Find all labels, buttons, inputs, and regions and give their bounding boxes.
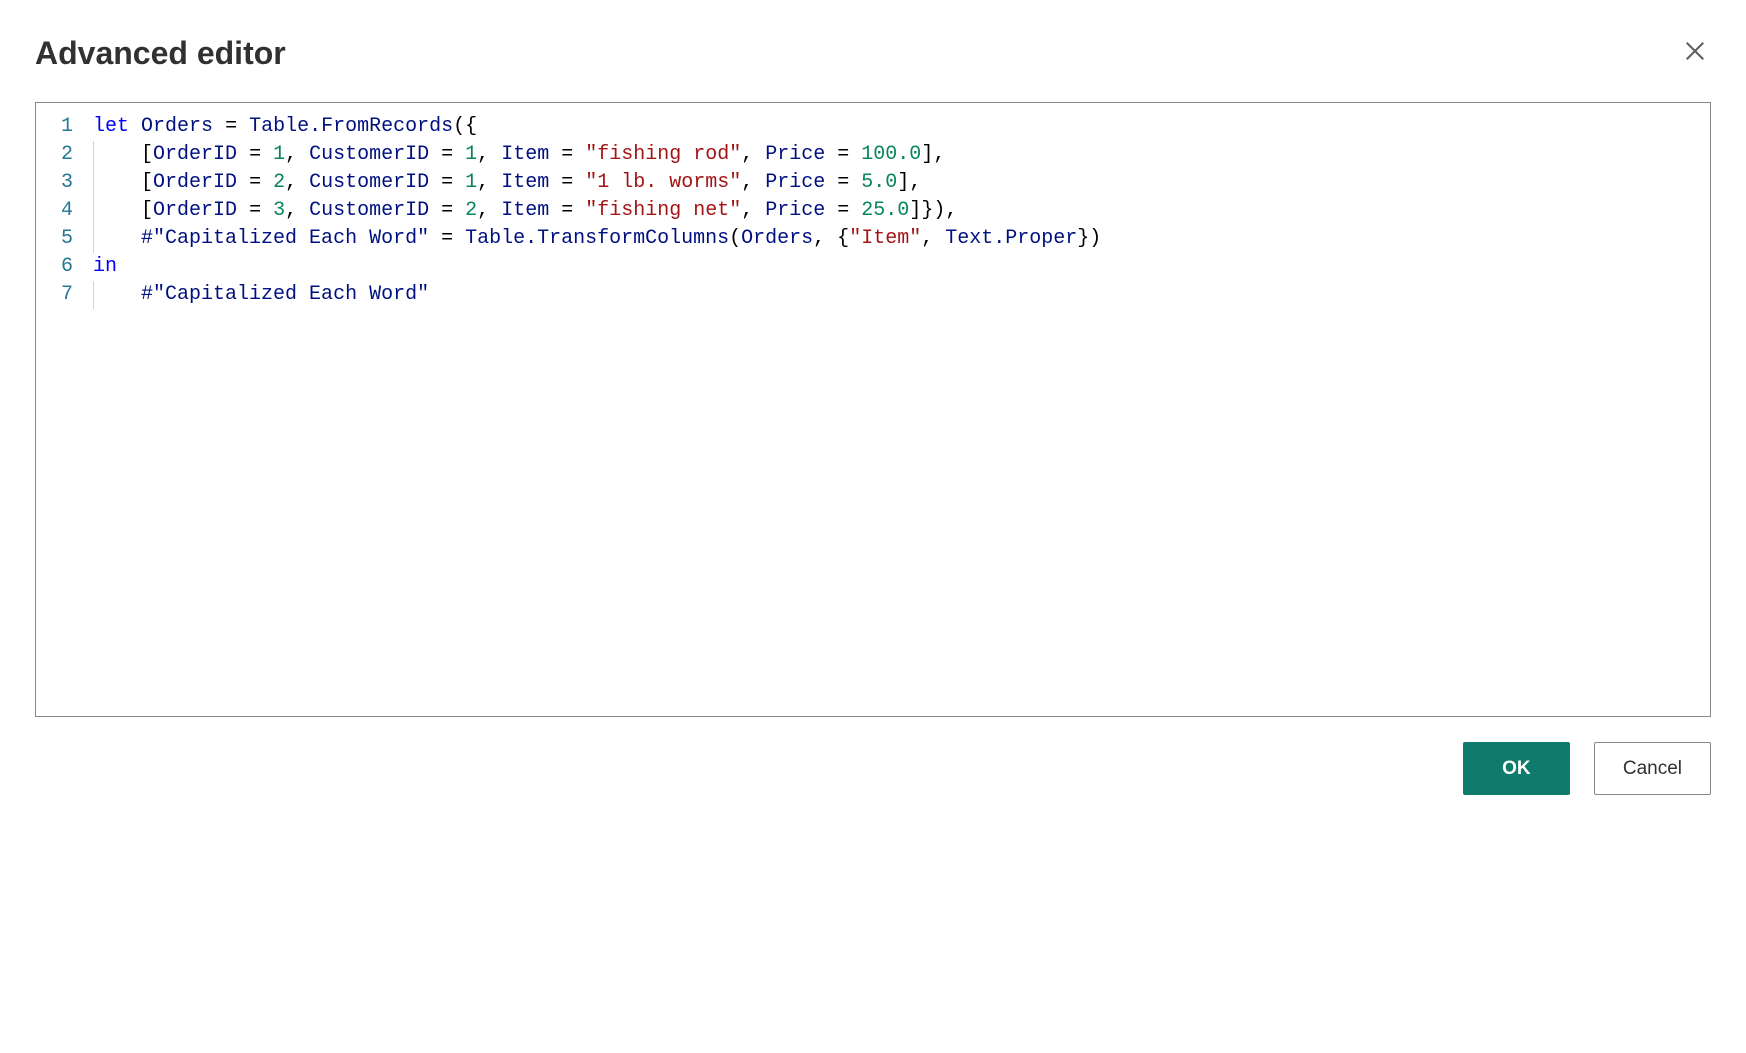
- code-line[interactable]: in: [93, 253, 1700, 281]
- code-area[interactable]: let Orders = Table.FromRecords({ [OrderI…: [93, 103, 1710, 716]
- token-punct: [: [141, 171, 153, 194]
- token-punct: ,: [477, 199, 501, 222]
- code-line[interactable]: #"Capitalized Each Word": [93, 281, 1700, 309]
- token-num: 1: [465, 143, 477, 166]
- token-punct: =: [237, 199, 273, 222]
- token-punct: , {: [813, 227, 849, 250]
- cancel-button[interactable]: Cancel: [1594, 742, 1711, 795]
- token-punct: ],: [921, 143, 945, 166]
- token-keyword: in: [93, 255, 117, 278]
- token-ident: Item: [501, 143, 549, 166]
- token-punct: =: [825, 171, 861, 194]
- token-punct: =: [825, 143, 861, 166]
- token-ident: Orders: [141, 115, 213, 138]
- dialog-button-row: OK Cancel: [35, 742, 1711, 795]
- token-punct: ,: [477, 143, 501, 166]
- token-punct: ,: [921, 227, 945, 250]
- token-str: "Item": [849, 227, 921, 250]
- token-punct: =: [549, 143, 585, 166]
- token-num: 5.0: [861, 171, 897, 194]
- token-ident: CustomerID: [309, 199, 429, 222]
- code-line[interactable]: let Orders = Table.FromRecords({: [93, 113, 1700, 141]
- token-ident: Orders: [741, 227, 813, 250]
- token-ident: OrderID: [153, 171, 237, 194]
- close-button[interactable]: [1679, 35, 1711, 71]
- token-punct: ]}),: [909, 199, 957, 222]
- code-editor[interactable]: 1234567 let Orders = Table.FromRecords({…: [35, 102, 1711, 717]
- token-punct: ({: [453, 115, 477, 138]
- token-punct: ,: [285, 143, 309, 166]
- token-num: 25.0: [861, 199, 909, 222]
- token-punct: ,: [285, 199, 309, 222]
- token-num: 2: [273, 171, 285, 194]
- token-punct: [: [141, 143, 153, 166]
- token-num: 2: [465, 199, 477, 222]
- dialog-header: Advanced editor: [35, 35, 1711, 72]
- token-ident: Price: [765, 199, 825, 222]
- close-icon: [1684, 40, 1706, 62]
- code-line[interactable]: [OrderID = 3, CustomerID = 2, Item = "fi…: [93, 197, 1700, 225]
- token-punct: ],: [897, 171, 921, 194]
- token-punct: =: [237, 171, 273, 194]
- code-line[interactable]: [OrderID = 2, CustomerID = 1, Item = "1 …: [93, 169, 1700, 197]
- token-ident: CustomerID: [309, 171, 429, 194]
- token-str: "1 lb. worms": [585, 171, 741, 194]
- token-punct: ,: [741, 171, 765, 194]
- token-str: "fishing rod": [585, 143, 741, 166]
- token-punct: ,: [741, 199, 765, 222]
- token-punct: ,: [285, 171, 309, 194]
- line-number: 2: [36, 141, 93, 169]
- token-punct: [129, 115, 141, 138]
- token-punct: =: [549, 171, 585, 194]
- token-ident: Text.Proper: [945, 227, 1077, 250]
- code-line[interactable]: #"Capitalized Each Word" = Table.Transfo…: [93, 225, 1700, 253]
- line-number: 1: [36, 113, 93, 141]
- token-ident: Price: [765, 171, 825, 194]
- token-punct: [: [141, 199, 153, 222]
- token-num: 1: [465, 171, 477, 194]
- token-punct: (: [729, 227, 741, 250]
- code-line[interactable]: [OrderID = 1, CustomerID = 1, Item = "fi…: [93, 141, 1700, 169]
- token-ident: Item: [501, 171, 549, 194]
- token-punct: =: [213, 115, 249, 138]
- token-ident: Price: [765, 143, 825, 166]
- line-number-gutter: 1234567: [36, 103, 93, 716]
- token-num: 3: [273, 199, 285, 222]
- token-punct: =: [429, 143, 465, 166]
- token-punct: =: [549, 199, 585, 222]
- token-quoted-ident: #"Capitalized Each Word": [141, 283, 429, 306]
- token-punct: }): [1077, 227, 1101, 250]
- token-num: 1: [273, 143, 285, 166]
- token-ident: OrderID: [153, 199, 237, 222]
- token-punct: =: [429, 199, 465, 222]
- token-ident: Item: [501, 199, 549, 222]
- token-ident: Table.FromRecords: [249, 115, 453, 138]
- token-ident: OrderID: [153, 143, 237, 166]
- token-punct: ,: [477, 171, 501, 194]
- line-number: 7: [36, 281, 93, 309]
- token-ident: Table.TransformColumns: [465, 227, 729, 250]
- token-punct: =: [429, 227, 465, 250]
- line-number: 4: [36, 197, 93, 225]
- token-quoted-ident: #"Capitalized Each Word": [141, 227, 429, 250]
- line-number: 6: [36, 253, 93, 281]
- line-number: 5: [36, 225, 93, 253]
- token-num: 100.0: [861, 143, 921, 166]
- token-punct: ,: [741, 143, 765, 166]
- token-ident: CustomerID: [309, 143, 429, 166]
- line-number: 3: [36, 169, 93, 197]
- token-punct: =: [825, 199, 861, 222]
- dialog-title: Advanced editor: [35, 35, 286, 72]
- token-punct: =: [429, 171, 465, 194]
- token-str: "fishing net": [585, 199, 741, 222]
- token-keyword: let: [93, 115, 129, 138]
- ok-button[interactable]: OK: [1463, 742, 1570, 795]
- token-punct: =: [237, 143, 273, 166]
